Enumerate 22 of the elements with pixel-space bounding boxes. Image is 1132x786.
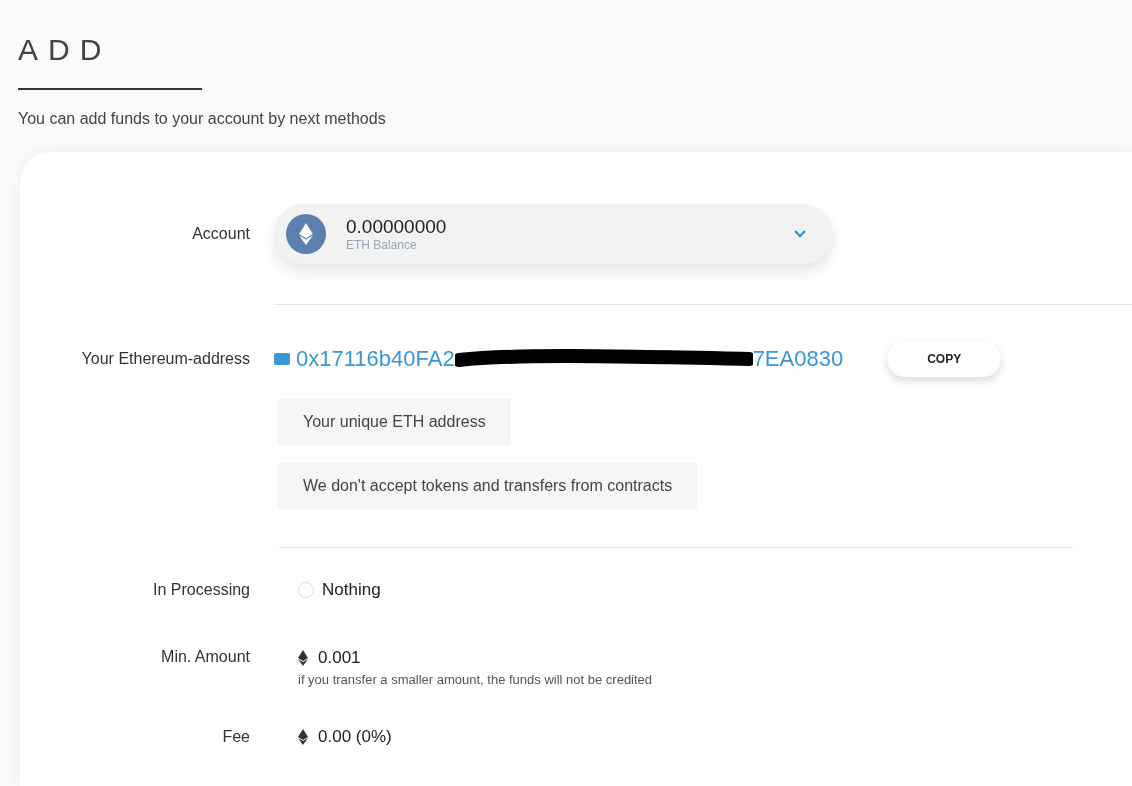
account-select[interactable]: 0.00000000 ETH Balance xyxy=(274,204,833,264)
processing-value: Nothing xyxy=(322,580,381,600)
ethereum-icon xyxy=(298,729,308,745)
field-label: Fee xyxy=(222,728,250,746)
page-description: You can add funds to your account by next methods xyxy=(18,110,387,128)
info-note: We don't accept tokens and transfers from contracts xyxy=(278,463,698,509)
chevron-down-icon xyxy=(793,229,807,239)
fee-value: 0.00 (0%) xyxy=(318,727,392,747)
wallet-icon xyxy=(274,353,290,365)
copy-button[interactable]: COPY xyxy=(887,341,1002,377)
min-amount-hint: if you transfer a smaller amount, the funds will not be credited xyxy=(298,672,654,687)
field-label: Min. Amount xyxy=(161,648,250,666)
field-label: Your Ethereum-address xyxy=(81,350,250,368)
info-note: Your unique ETH address xyxy=(278,399,511,445)
field-label: In Processing xyxy=(153,581,250,599)
page-title: ADD xyxy=(18,32,113,68)
min-amount-value: 0.001 xyxy=(318,648,361,668)
ethereum-icon xyxy=(298,650,308,666)
field-label: Account xyxy=(192,225,250,243)
ethereum-icon xyxy=(299,223,313,245)
balance-caption: ETH Balance xyxy=(346,238,418,252)
balance-amount: 0.00000000 xyxy=(346,216,448,238)
